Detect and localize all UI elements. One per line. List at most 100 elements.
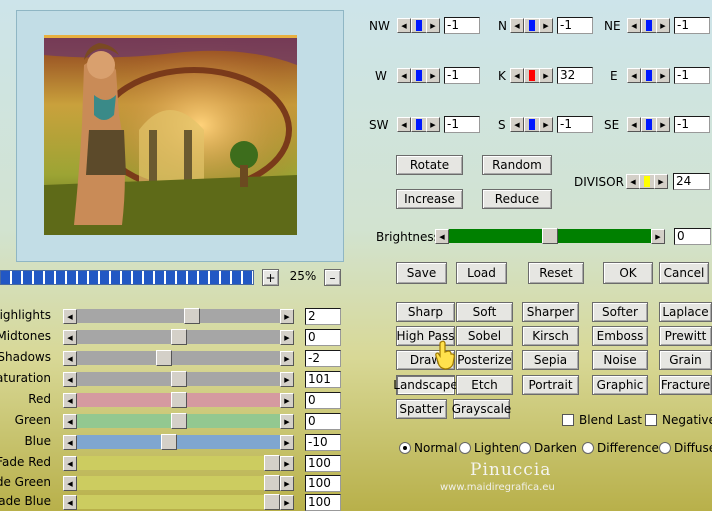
matrix-e-knob[interactable]: [641, 68, 657, 83]
matrix-nw-field[interactable]: -1: [444, 17, 480, 34]
fade-red-decrease-arrow[interactable]: ◀: [63, 456, 77, 471]
matrix-sw-increase-arrow[interactable]: ▶: [426, 117, 440, 132]
reduce-button[interactable]: Reduce: [482, 189, 552, 209]
highlights-field[interactable]: 2: [305, 308, 341, 325]
random-button[interactable]: Random: [482, 155, 552, 175]
blue-thumb[interactable]: [161, 434, 177, 450]
preset-softer-button[interactable]: Softer: [592, 302, 648, 322]
matrix-nw-knob[interactable]: [411, 18, 427, 33]
brightness-slider[interactable]: [449, 228, 651, 244]
preset-laplace-button[interactable]: Laplace: [659, 302, 712, 322]
fade-red-thumb[interactable]: [264, 455, 280, 471]
matrix-sw-field[interactable]: -1: [444, 116, 480, 133]
matrix-w-field[interactable]: -1: [444, 67, 480, 84]
matrix-se-decrease-arrow[interactable]: ◀: [627, 117, 641, 132]
green-thumb[interactable]: [171, 413, 187, 429]
matrix-n-increase-arrow[interactable]: ▶: [539, 18, 553, 33]
cancel-button[interactable]: Cancel: [659, 262, 709, 284]
preset-sepia-button[interactable]: Sepia: [522, 350, 579, 370]
fade-green-field[interactable]: 100: [305, 475, 341, 492]
midtones-field[interactable]: 0: [305, 329, 341, 346]
matrix-k-knob[interactable]: [524, 68, 540, 83]
red-field[interactable]: 0: [305, 392, 341, 409]
negative-checkbox[interactable]: [645, 414, 657, 426]
preset-graphic-button[interactable]: Graphic: [592, 375, 648, 395]
highlights-decrease-arrow[interactable]: ◀: [63, 309, 77, 324]
preset-spatter-button[interactable]: Spatter: [396, 399, 447, 419]
matrix-w-decrease-arrow[interactable]: ◀: [397, 68, 411, 83]
red-increase-arrow[interactable]: ▶: [280, 393, 294, 408]
brightness-increase-arrow[interactable]: ▶: [651, 229, 665, 244]
fade-green-increase-arrow[interactable]: ▶: [280, 476, 294, 491]
fade-blue-field[interactable]: 100: [305, 494, 341, 511]
mode-lighten-radio[interactable]: [459, 442, 471, 454]
mode-difference-radio[interactable]: [582, 442, 594, 454]
highlights-increase-arrow[interactable]: ▶: [280, 309, 294, 324]
highlights-slider[interactable]: [77, 308, 280, 324]
matrix-k-decrease-arrow[interactable]: ◀: [510, 68, 524, 83]
blue-field[interactable]: -10: [305, 434, 341, 451]
blue-decrease-arrow[interactable]: ◀: [63, 435, 77, 450]
preset-emboss-button[interactable]: Emboss: [592, 326, 648, 346]
matrix-w-knob[interactable]: [411, 68, 427, 83]
shadows-slider[interactable]: [77, 350, 280, 366]
matrix-s-increase-arrow[interactable]: ▶: [539, 117, 553, 132]
blue-increase-arrow[interactable]: ▶: [280, 435, 294, 450]
midtones-slider[interactable]: [77, 329, 280, 345]
preset-fracture-button[interactable]: Fracture: [659, 375, 712, 395]
divisor-decrease-arrow[interactable]: ◀: [626, 174, 640, 189]
matrix-n-knob[interactable]: [524, 18, 540, 33]
matrix-n-decrease-arrow[interactable]: ◀: [510, 18, 524, 33]
green-field[interactable]: 0: [305, 413, 341, 430]
green-slider[interactable]: [77, 413, 280, 429]
matrix-s-field[interactable]: -1: [557, 116, 593, 133]
zoom-level-field[interactable]: 25%: [283, 269, 321, 286]
matrix-nw-decrease-arrow[interactable]: ◀: [397, 18, 411, 33]
fade-blue-slider[interactable]: [77, 494, 280, 510]
preset-sharper-button[interactable]: Sharper: [522, 302, 579, 322]
rotate-button[interactable]: Rotate: [396, 155, 463, 175]
highlights-thumb[interactable]: [184, 308, 200, 324]
blue-slider[interactable]: [77, 434, 280, 450]
mode-normal-radio[interactable]: [399, 442, 411, 454]
fade-red-field[interactable]: 100: [305, 455, 341, 472]
saturation-increase-arrow[interactable]: ▶: [280, 372, 294, 387]
increase-button[interactable]: Increase: [396, 189, 463, 209]
zoom-out-button[interactable]: –: [324, 269, 341, 286]
shadows-field[interactable]: -2: [305, 350, 341, 367]
green-decrease-arrow[interactable]: ◀: [63, 414, 77, 429]
fade-blue-decrease-arrow[interactable]: ◀: [63, 495, 77, 510]
matrix-ne-knob[interactable]: [641, 18, 657, 33]
matrix-s-knob[interactable]: [524, 117, 540, 132]
midtones-increase-arrow[interactable]: ▶: [280, 330, 294, 345]
divisor-increase-arrow[interactable]: ▶: [654, 174, 668, 189]
preset-prewitt-button[interactable]: Prewitt: [659, 326, 712, 346]
blend-last-checkbox[interactable]: [562, 414, 574, 426]
preset-soft-button[interactable]: Soft: [456, 302, 513, 322]
matrix-sw-knob[interactable]: [411, 117, 427, 132]
red-thumb[interactable]: [171, 392, 187, 408]
zoom-in-button[interactable]: +: [262, 269, 279, 286]
preset-portrait-button[interactable]: Portrait: [522, 375, 579, 395]
matrix-e-increase-arrow[interactable]: ▶: [656, 68, 670, 83]
matrix-se-knob[interactable]: [641, 117, 657, 132]
preset-sobel-button[interactable]: Sobel: [456, 326, 513, 346]
preset-kirsch-button[interactable]: Kirsch: [522, 326, 579, 346]
shadows-increase-arrow[interactable]: ▶: [280, 351, 294, 366]
matrix-n-field[interactable]: -1: [557, 17, 593, 34]
fade-red-increase-arrow[interactable]: ▶: [280, 456, 294, 471]
brightness-thumb[interactable]: [542, 228, 558, 244]
matrix-w-increase-arrow[interactable]: ▶: [426, 68, 440, 83]
matrix-se-increase-arrow[interactable]: ▶: [656, 117, 670, 132]
saturation-thumb[interactable]: [171, 371, 187, 387]
preset-posterize-button[interactable]: Posterize: [456, 350, 513, 370]
matrix-k-field[interactable]: 32: [557, 67, 593, 84]
saturation-field[interactable]: 101: [305, 371, 341, 388]
preset-landscape-button[interactable]: Landscape: [393, 375, 458, 395]
brightness-field[interactable]: 0: [674, 228, 711, 245]
ok-button[interactable]: OK: [603, 262, 653, 284]
preset-grayscale-button[interactable]: Grayscale: [452, 399, 511, 419]
matrix-s-decrease-arrow[interactable]: ◀: [510, 117, 524, 132]
preset-etch-button[interactable]: Etch: [456, 375, 513, 395]
fade-green-slider[interactable]: [77, 475, 280, 491]
